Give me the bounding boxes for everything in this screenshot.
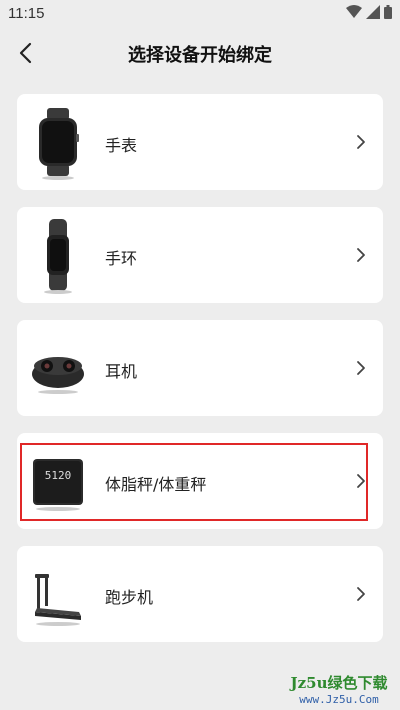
watch-icon [39, 108, 79, 180]
device-label: 手表 [105, 136, 138, 155]
chevron-right-icon [357, 361, 365, 375]
device-label: 手环 [105, 249, 138, 268]
device-card-watch[interactable]: 手表 [17, 94, 383, 190]
earbuds-icon [32, 357, 84, 394]
page-title: 选择设备开始绑定 [128, 45, 272, 66]
device-card-band[interactable]: 手环 [17, 207, 383, 303]
device-card-earbuds[interactable]: 耳机 [17, 320, 383, 416]
watermark-url: www.Jz5u.Com [299, 693, 379, 706]
wifi-icon [346, 5, 362, 18]
signal-icon [366, 5, 380, 19]
status-bar: 11:15 [0, 0, 400, 30]
chevron-right-icon [357, 135, 365, 149]
band-icon [44, 219, 72, 294]
treadmill-icon [35, 574, 81, 626]
chevron-right-icon [357, 248, 365, 262]
header: 选择设备开始绑定 [0, 30, 400, 76]
chevron-right-icon [357, 587, 365, 601]
scale-icon: 5120 [33, 459, 83, 511]
scale-display-text: 5120 [45, 469, 72, 482]
device-label: 体脂秤/体重秤 [105, 475, 207, 494]
device-card-treadmill[interactable]: 跑步机 [17, 546, 383, 642]
chevron-right-icon [357, 474, 365, 488]
watermark-title: Jz5u绿色下载 [290, 674, 388, 692]
status-icons [346, 5, 392, 19]
device-label: 跑步机 [105, 588, 154, 607]
battery-icon [384, 5, 392, 19]
device-label: 耳机 [105, 362, 138, 381]
device-card-scale[interactable]: 5120 体脂秤/体重秤 [17, 433, 383, 529]
status-time: 11:15 [8, 5, 45, 22]
watermark: Jz5u绿色下载 www.Jz5u.Com [284, 672, 394, 706]
